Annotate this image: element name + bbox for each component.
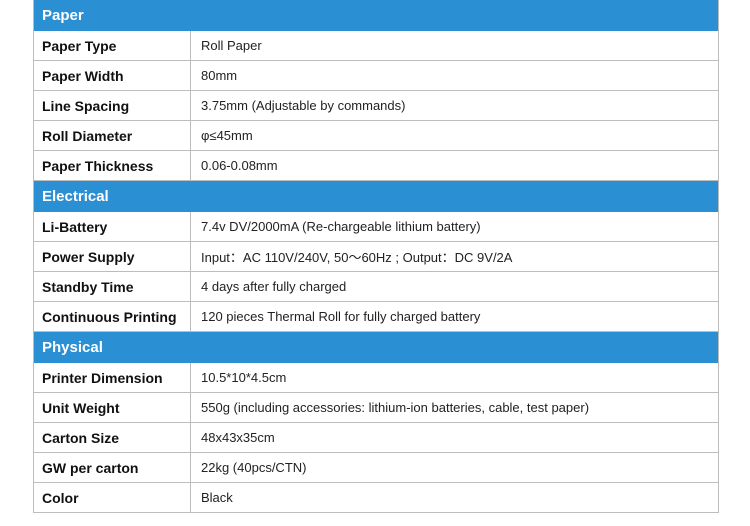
row-value: 22kg (40pcs/CTN) (201, 460, 307, 475)
row-value: 120 pieces Thermal Roll for fully charge… (201, 309, 481, 324)
row-label: Standby Time (34, 272, 191, 301)
row-label: Unit Weight (34, 393, 191, 422)
table-row: Roll Diameter φ≤45mm (34, 121, 718, 151)
row-value: 550g (including accessories: lithium-ion… (201, 400, 590, 415)
section-header-paper: Paper (34, 0, 718, 31)
table-row: Continuous Printing 120 pieces Thermal R… (34, 302, 718, 332)
table-row: Standby Time 4 days after fully charged (34, 272, 718, 302)
row-value: 3.75mm (Adjustable by commands) (201, 98, 406, 113)
table-row: Li-Battery 7.4v DV/2000mA (Re-chargeable… (34, 212, 718, 242)
row-label: Carton Size (34, 423, 191, 452)
table-row: Paper Thickness 0.06-0.08mm (34, 151, 718, 181)
row-label: Line Spacing (34, 91, 191, 120)
table-row: Printer Dimension 10.5*10*4.5cm (34, 363, 718, 393)
table-row: Carton Size 48x43x35cm (34, 423, 718, 453)
row-label: Color (34, 483, 191, 512)
table-row: Paper Width 80mm (34, 61, 718, 91)
row-value: 80mm (201, 68, 238, 83)
table-row: Power Supply Input：AC 110V/240V, 50～60Hz… (34, 242, 718, 272)
row-value: 4 days after fully charged (201, 279, 347, 294)
row-label: Li-Battery (34, 212, 191, 241)
row-label: Power Supply (34, 242, 191, 271)
row-label: Paper Thickness (34, 151, 191, 180)
table-row: GW per carton 22kg (40pcs/CTN) (34, 453, 718, 483)
table-row: Color Black (34, 483, 718, 513)
table-row: Unit Weight 550g (including accessories:… (34, 393, 718, 423)
table-row: Line Spacing 3.75mm (Adjustable by comma… (34, 91, 718, 121)
row-label: Printer Dimension (34, 363, 191, 392)
row-value: 7.4v DV/2000mA (Re-chargeable lithium ba… (201, 219, 481, 234)
row-label: Paper Type (34, 31, 191, 60)
section-header-physical: Physical (34, 332, 718, 363)
section-header-electrical: Electrical (34, 181, 718, 212)
row-value: φ≤45mm (201, 128, 253, 143)
row-value: 10.5*10*4.5cm (201, 370, 287, 385)
row-label: Paper Width (34, 61, 191, 90)
row-label: Continuous Printing (34, 302, 191, 331)
row-label: GW per carton (34, 453, 191, 482)
row-value: Black (201, 490, 233, 505)
row-value: 48x43x35cm (201, 430, 275, 445)
row-label: Roll Diameter (34, 121, 191, 150)
spec-table: Paper Paper Type Roll Paper Paper Width … (33, 0, 719, 513)
row-value: Input：AC 110V/240V, 50～60Hz ; Output：DC … (201, 250, 513, 265)
table-row: Paper Type Roll Paper (34, 31, 718, 61)
row-value: 0.06-0.08mm (201, 158, 278, 173)
row-value: Roll Paper (201, 38, 262, 53)
